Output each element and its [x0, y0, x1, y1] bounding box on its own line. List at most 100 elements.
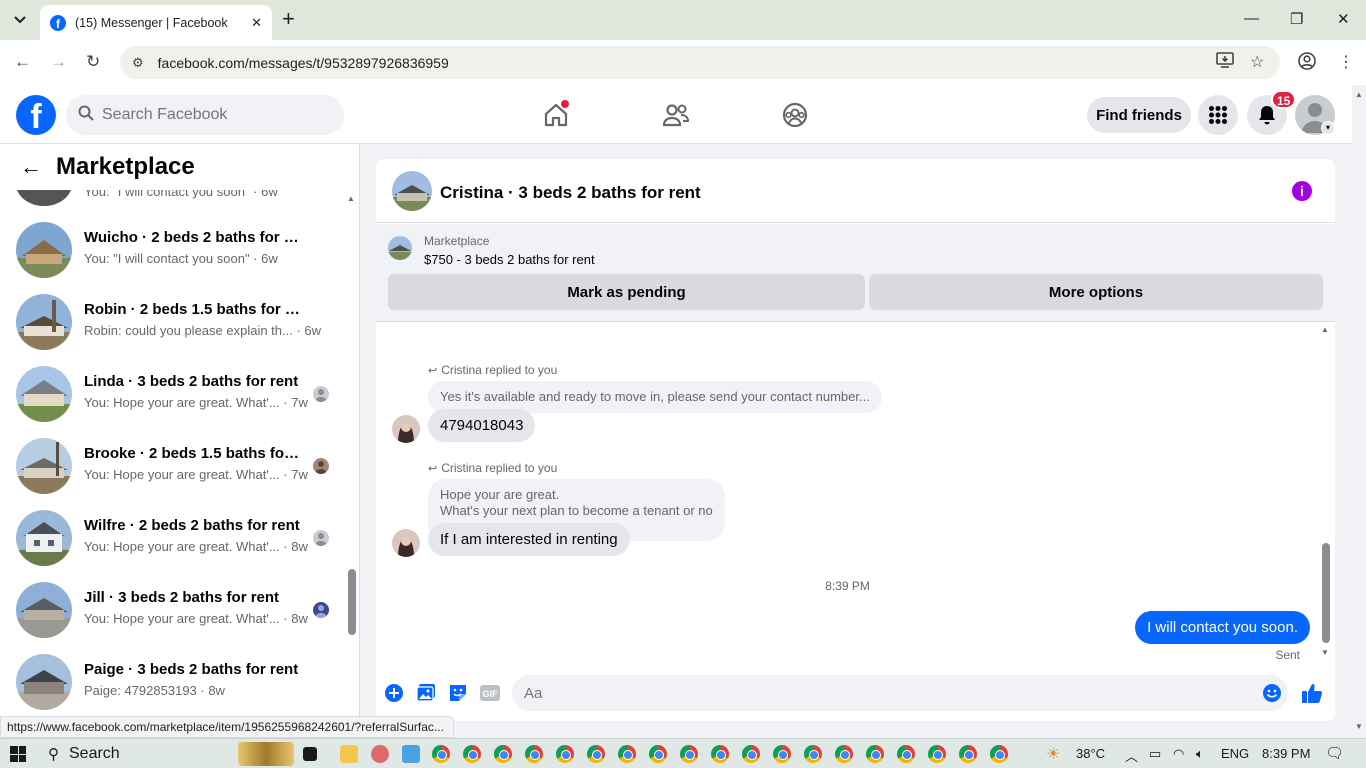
chrome-icon[interactable] — [556, 745, 574, 763]
chrome-icon[interactable] — [866, 745, 884, 763]
mark-as-pending-button[interactable]: Mark as pending — [388, 274, 865, 310]
page-scroll-down-icon[interactable]: ▼ — [1355, 722, 1363, 731]
browser-tab[interactable]: f (15) Messenger | Facebook ✕ — [40, 5, 272, 40]
back-arrow-icon[interactable]: ← — [14, 52, 31, 72]
account-dropdown-icon[interactable]: ▾ — [1321, 121, 1335, 135]
info-icon[interactable]: i — [1292, 181, 1312, 201]
listing-avatar[interactable] — [392, 171, 432, 211]
reload-icon[interactable]: ↻ — [86, 52, 100, 72]
more-options-button[interactable]: More options — [869, 274, 1323, 310]
show-hidden-icons-chevron-icon[interactable]: ︿ — [1125, 746, 1138, 765]
task-view-icon[interactable] — [303, 747, 317, 761]
like-thumbs-up-icon[interactable] — [1301, 682, 1323, 704]
reply-arrow-icon: ↩ — [428, 365, 438, 377]
chrome-icon[interactable] — [959, 745, 977, 763]
scroll-up-arrow-icon[interactable]: ▲ — [347, 194, 355, 203]
chrome-icon[interactable] — [711, 745, 729, 763]
page-scroll-up-icon[interactable]: ▲ — [1355, 90, 1363, 99]
notepad-icon[interactable] — [402, 745, 420, 763]
back-arrow-icon[interactable]: ← — [20, 154, 42, 180]
chrome-icon[interactable] — [773, 745, 791, 763]
chat-title[interactable]: Cristina · 3 beds 2 baths for rent — [440, 183, 701, 203]
conversation-item[interactable]: Wilfre · 2 beds 2 baths for rent You: Ho… — [0, 502, 345, 574]
incoming-message[interactable]: If I am interested in renting — [428, 523, 630, 556]
facebook-logo-icon[interactable]: f — [16, 95, 56, 135]
find-friends-button[interactable]: Find friends — [1087, 97, 1191, 133]
chrome-icon[interactable] — [928, 745, 946, 763]
listing-price[interactable]: $750 - 3 beds 2 baths for rent — [424, 252, 595, 267]
chrome-icon[interactable] — [897, 745, 915, 763]
site-info-icon[interactable]: ⚙ — [132, 55, 144, 71]
chrome-icon[interactable] — [649, 745, 667, 763]
scroll-down-arrow-icon[interactable]: ▼ — [1321, 648, 1329, 657]
chrome-icon[interactable] — [525, 745, 543, 763]
marketplace-listing-bar: Marketplace $750 - 3 beds 2 baths for re… — [376, 224, 1335, 322]
chat-scrollbar-thumb[interactable] — [1322, 543, 1330, 643]
chrome-icon[interactable] — [990, 745, 1008, 763]
search-input[interactable] — [102, 106, 322, 124]
chrome-icon[interactable] — [835, 745, 853, 763]
windows-start-icon[interactable] — [10, 746, 26, 762]
volume-icon[interactable]: 🔈︎ — [1196, 746, 1204, 762]
add-plus-icon[interactable] — [383, 682, 405, 704]
list-scrollbar-thumb[interactable] — [348, 569, 356, 635]
chrome-icon[interactable] — [742, 745, 760, 763]
conversation-item[interactable]: Wuicho · 2 beds 2 baths for rent You: "I… — [0, 214, 345, 286]
tab-close-icon[interactable]: ✕ — [251, 15, 262, 31]
forward-arrow-icon[interactable]: → — [50, 52, 67, 72]
profile-icon[interactable] — [1298, 52, 1316, 75]
home-nav-icon[interactable] — [539, 99, 573, 131]
input-language[interactable]: ENG — [1221, 746, 1249, 761]
incoming-message[interactable]: 4794018043 — [428, 409, 536, 442]
chrome-icon[interactable] — [432, 745, 450, 763]
new-tab-button[interactable]: + — [282, 8, 295, 30]
scroll-up-arrow-icon[interactable]: ▲ — [1321, 325, 1329, 334]
conversation-item[interactable]: Robin · 2 beds 1.5 baths for rent Robin:… — [0, 286, 345, 358]
listing-thumbnail[interactable] — [388, 236, 412, 260]
snipping-tool-icon[interactable] — [371, 745, 389, 763]
chrome-icon[interactable] — [463, 745, 481, 763]
friends-nav-icon[interactable] — [659, 99, 693, 131]
temperature[interactable]: 38°C — [1076, 746, 1105, 761]
minimize-icon[interactable]: — — [1244, 10, 1259, 27]
browser-menu-icon[interactable]: ⋮ — [1338, 52, 1354, 72]
outgoing-message[interactable]: I will contact you soon. — [1135, 611, 1310, 644]
sender-avatar[interactable] — [392, 415, 420, 443]
groups-nav-icon[interactable] — [778, 99, 812, 131]
battery-icon[interactable]: ▭ — [1149, 746, 1161, 762]
system-clock[interactable]: 8:39 PM — [1262, 746, 1310, 761]
photo-icon[interactable] — [415, 682, 437, 704]
conversation-item[interactable]: Jill · 3 beds 2 baths for rent You: Hope… — [0, 574, 345, 646]
file-explorer-icon[interactable] — [340, 745, 358, 763]
menu-grid-icon[interactable] — [1198, 95, 1238, 135]
taskbar-search[interactable]: ⚲ Search — [40, 741, 294, 767]
sender-avatar[interactable] — [392, 529, 420, 557]
notification-center-icon[interactable]: 🗨︎ — [1325, 744, 1344, 762]
seen-avatar-icon — [313, 458, 329, 474]
gif-icon[interactable]: GIF — [479, 682, 501, 704]
window-close-icon[interactable]: ✕ — [1337, 10, 1350, 28]
quoted-line: What's your next plan to become a tenant… — [440, 503, 713, 518]
chrome-icon[interactable] — [618, 745, 636, 763]
install-app-icon[interactable] — [1216, 52, 1234, 73]
conversation-item[interactable]: Linda · 3 beds 2 baths for rent You: Hop… — [0, 358, 345, 430]
chrome-icon[interactable] — [680, 745, 698, 763]
taskbar-search-label: Search — [69, 745, 120, 762]
conversation-item[interactable]: Paige · 3 beds 2 baths for rent Paige: 4… — [0, 646, 345, 716]
chrome-icon[interactable] — [494, 745, 512, 763]
emoji-icon[interactable] — [1261, 682, 1283, 704]
address-bar[interactable]: ⚙ facebook.com/messages/t/95328979268369… — [120, 46, 1280, 79]
tab-search-dropdown[interactable] — [6, 8, 34, 32]
chrome-icon[interactable] — [804, 745, 822, 763]
bookmark-star-icon[interactable]: ☆ — [1250, 52, 1264, 72]
sticker-icon[interactable] — [447, 682, 469, 704]
conversation-item[interactable]: Brooke · 2 beds 1.5 baths for rent You: … — [0, 430, 345, 502]
weather-sun-icon[interactable]: ☀ — [1046, 744, 1060, 764]
wifi-icon[interactable]: ◠ — [1173, 746, 1184, 762]
address-url: facebook.com/messages/t/9532897926836959 — [157, 54, 449, 71]
message-input[interactable] — [512, 675, 1288, 711]
facebook-header: f Find friends ▾ — [0, 85, 1352, 144]
chrome-icon[interactable] — [587, 745, 605, 763]
restore-icon[interactable]: ❐ — [1290, 10, 1303, 28]
facebook-search[interactable] — [66, 95, 344, 135]
